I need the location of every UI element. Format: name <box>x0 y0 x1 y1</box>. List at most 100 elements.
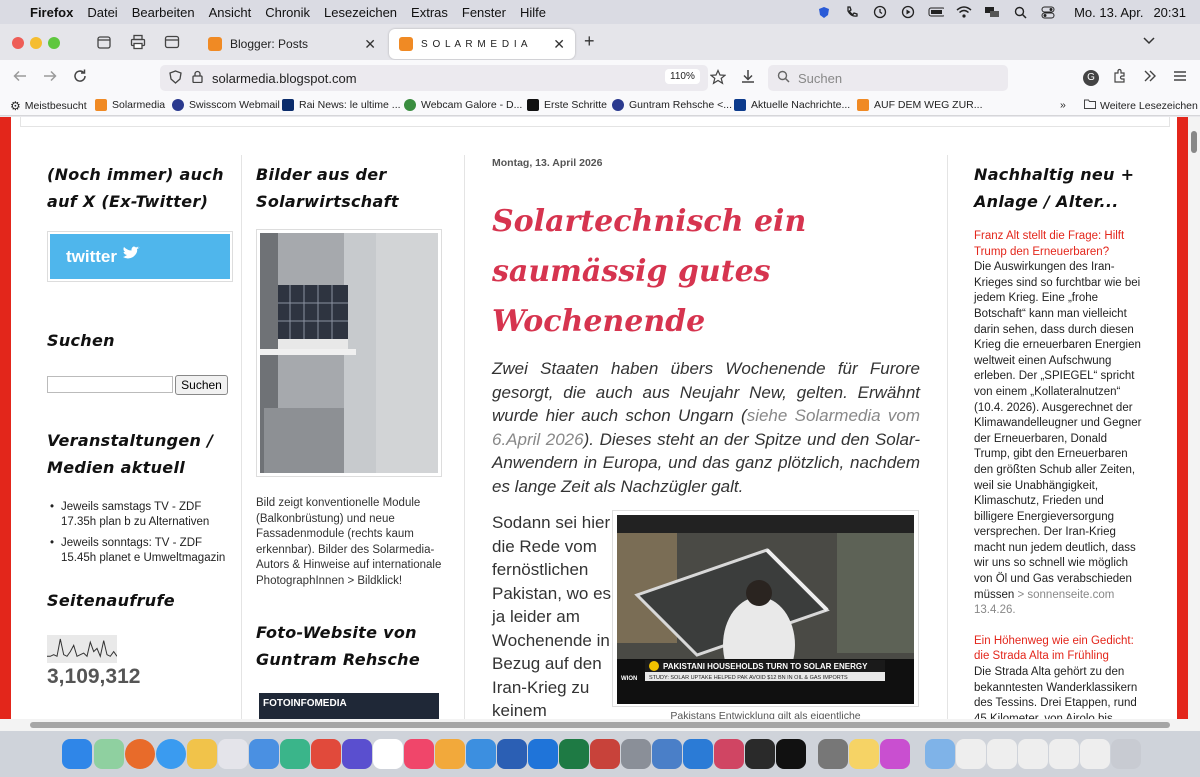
blog-search-input[interactable] <box>47 376 173 393</box>
bookmark-erste-schritte[interactable]: Erste Schritte <box>527 99 607 111</box>
acrobat-icon[interactable] <box>590 739 620 769</box>
excel-icon[interactable] <box>559 739 589 769</box>
menu-fenster[interactable]: Fenster <box>462 5 506 20</box>
printer-icon[interactable] <box>818 739 848 769</box>
close-tab-icon[interactable]: ✕ <box>553 36 565 53</box>
close-window-button[interactable] <box>12 37 24 49</box>
fotoinfomedia-banner[interactable]: FOTOINFOMEDIA <box>259 693 439 719</box>
downloads-icon[interactable] <box>740 68 756 89</box>
battery-icon[interactable] <box>928 5 945 19</box>
account-avatar-icon[interactable]: G <box>1083 70 1099 86</box>
folder-icon[interactable] <box>925 739 955 769</box>
bookmark-webcam-galore[interactable]: Webcam Galore - D... <box>404 99 522 111</box>
scrollbar-thumb[interactable] <box>1191 131 1197 153</box>
post-title[interactable]: Solartechnisch ein saumässig gutes Woche… <box>492 197 922 347</box>
phone-icon[interactable] <box>844 5 860 19</box>
horizontal-scrollbar[interactable] <box>0 719 1200 731</box>
photos-icon[interactable] <box>187 739 217 769</box>
bookmark-rai-news[interactable]: Rai News: le ultime ... <box>282 99 401 111</box>
spotlight-search-icon[interactable] <box>1012 5 1028 19</box>
balcony-solar-image[interactable] <box>260 233 438 473</box>
maps-icon[interactable] <box>94 739 124 769</box>
shield-status-icon[interactable] <box>816 5 832 19</box>
tab-blogger-posts[interactable]: Blogger: Posts ✕ <box>198 29 386 59</box>
window-thumbnail-icon[interactable] <box>956 739 986 769</box>
zoom-level[interactable]: 110% <box>665 69 700 84</box>
safari-icon[interactable] <box>156 739 186 769</box>
overflow-chevron-icon[interactable] <box>1142 68 1158 89</box>
extensions-icon[interactable] <box>1112 68 1128 89</box>
menu-lesezeichen[interactable]: Lesezeichen <box>324 5 397 20</box>
url-bar[interactable]: solarmedia.blogspot.com 110% <box>160 65 727 91</box>
twitter-widget[interactable]: twitter <box>47 231 233 282</box>
back-icon[interactable] <box>12 68 28 89</box>
notes-icon[interactable] <box>849 739 879 769</box>
control-center-icon[interactable] <box>1040 5 1056 19</box>
bookmark-solarmedia[interactable]: Solarmedia <box>95 99 165 111</box>
stocks-icon[interactable] <box>745 739 775 769</box>
menu-app-name[interactable]: Firefox <box>30 5 73 20</box>
feed-item-title[interactable]: Franz Alt stellt die Frage: Hilft Trump … <box>974 229 1144 260</box>
menu-chronik[interactable]: Chronik <box>265 5 310 20</box>
play-icon[interactable] <box>900 5 916 19</box>
app-icon[interactable] <box>311 739 341 769</box>
bookmark-meistbesucht[interactable]: ⚙ Meistbesucht <box>10 99 87 113</box>
minimize-window-button[interactable] <box>30 37 42 49</box>
trash-icon[interactable] <box>1111 739 1141 769</box>
menubar-date[interactable]: Mo. 13. Apr. <box>1074 5 1143 20</box>
new-tab-icon[interactable]: + <box>584 31 595 52</box>
sidebar-icon[interactable] <box>164 34 180 55</box>
apple-tv-icon[interactable] <box>776 739 806 769</box>
dropbox-icon[interactable] <box>528 739 558 769</box>
url-text[interactable]: solarmedia.blogspot.com <box>212 71 357 86</box>
time-machine-icon[interactable] <box>872 5 888 19</box>
bookmark-star-icon[interactable] <box>709 69 727 88</box>
system-settings-icon[interactable] <box>621 739 651 769</box>
close-tab-icon[interactable]: ✕ <box>364 36 376 53</box>
window-thumbnail-icon[interactable] <box>1049 739 1079 769</box>
vertical-scrollbar[interactable] <box>1188 117 1200 719</box>
bookmark-auf-dem-weg[interactable]: AUF DEM WEG ZUR... <box>857 99 983 111</box>
search-placeholder[interactable]: Suchen <box>798 71 842 86</box>
calendar-icon[interactable] <box>373 739 403 769</box>
menu-extras[interactable]: Extras <box>411 5 448 20</box>
menu-datei[interactable]: Datei <box>87 5 117 20</box>
menubar-time[interactable]: 20:31 <box>1153 5 1186 20</box>
window-thumbnail-icon[interactable] <box>1018 739 1048 769</box>
menu-bearbeiten[interactable]: Bearbeiten <box>132 5 195 20</box>
tab-solarmedia[interactable]: S O L A R M E D I A ✕ <box>389 29 575 59</box>
forward-icon[interactable] <box>42 68 58 89</box>
search-bar[interactable]: Suchen <box>768 65 1008 91</box>
bookmark-weitere[interactable]: Weitere Lesezeichen <box>1084 99 1198 112</box>
feed-item-title[interactable]: Ein Höhenweg wie ein Gedicht: die Strada… <box>974 634 1144 665</box>
blog-search-button[interactable]: Suchen <box>175 375 228 395</box>
twitter-button[interactable]: twitter <box>50 234 230 279</box>
wifi-icon[interactable] <box>956 5 972 19</box>
photo-app-icon[interactable] <box>652 739 682 769</box>
post-image-frame[interactable]: PAKISTANI HOUSEHOLDS TURN TO SOLAR ENERG… <box>612 510 919 707</box>
scrollbar-thumb[interactable] <box>30 722 1170 728</box>
user-switch-icon[interactable] <box>984 5 1000 19</box>
pakistan-solar-news-image[interactable]: PAKISTANI HOUSEHOLDS TURN TO SOLAR ENERG… <box>617 515 914 704</box>
firefox-icon[interactable] <box>125 739 155 769</box>
menu-ansicht[interactable]: Ansicht <box>209 5 252 20</box>
firefox-view-icon[interactable] <box>96 34 112 55</box>
bookmark-guntram[interactable]: Guntram Rehsche <... <box>612 99 732 111</box>
books-icon[interactable] <box>435 739 465 769</box>
lock-icon[interactable] <box>192 70 203 86</box>
zoom-window-button[interactable] <box>48 37 60 49</box>
tracking-shield-icon[interactable] <box>169 69 182 87</box>
word-icon[interactable] <box>497 739 527 769</box>
bookmark-swisscom[interactable]: Swisscom Webmail <box>172 99 280 111</box>
bookmarks-overflow-icon[interactable]: » <box>1060 99 1066 111</box>
finder-icon[interactable] <box>62 739 92 769</box>
list-all-tabs-icon[interactable] <box>1142 33 1156 52</box>
music-icon[interactable] <box>404 739 434 769</box>
vpn-icon[interactable] <box>280 739 310 769</box>
mail-icon[interactable] <box>249 739 279 769</box>
bookmark-aktuelle[interactable]: Aktuelle Nachrichte... <box>734 99 850 111</box>
quicktime-icon[interactable] <box>466 739 496 769</box>
print-icon[interactable] <box>130 34 146 55</box>
teamviewer-icon[interactable] <box>683 739 713 769</box>
launchpad-icon[interactable] <box>218 739 248 769</box>
